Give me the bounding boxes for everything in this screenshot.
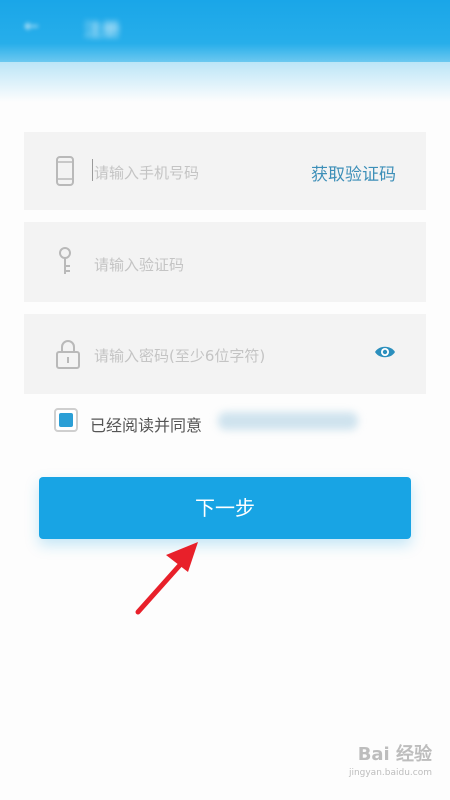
password-field[interactable]: 请输入密码(至少6位字符): [24, 314, 426, 394]
back-arrow-icon[interactable]: ←: [24, 18, 46, 36]
next-step-button[interactable]: 下一步: [39, 477, 411, 539]
watermark-brand: Bai 经验: [357, 744, 432, 765]
phone-icon: [56, 156, 74, 186]
phone-field[interactable]: 请输入手机号码 获取验证码: [24, 132, 426, 210]
app-header: ← 注册: [0, 0, 450, 62]
code-field[interactable]: 请输入验证码: [24, 222, 426, 302]
page-title: 注册: [84, 20, 120, 41]
eye-icon[interactable]: [374, 344, 396, 360]
agreement-row: 已经阅读并同意: [54, 406, 374, 438]
text-caret: [92, 159, 93, 181]
watermark-url: jingyan.baidu.com: [348, 768, 432, 778]
key-icon: [59, 247, 71, 274]
code-input[interactable]: 请输入验证码: [94, 254, 184, 275]
red-arrow-icon: [135, 542, 198, 615]
lock-icon: [56, 340, 80, 369]
header-shadow: [0, 62, 450, 102]
agreement-link[interactable]: [218, 412, 358, 430]
get-code-button[interactable]: 获取验证码: [311, 160, 396, 185]
agreement-checkbox[interactable]: [54, 408, 78, 432]
phone-input[interactable]: 请输入手机号码: [94, 162, 199, 183]
baidu-jingyan-watermark: Bai 经验 jingyan.baidu.com: [349, 740, 432, 778]
password-input[interactable]: 请输入密码(至少6位字符): [94, 345, 265, 366]
agreement-label: 已经阅读并同意: [90, 416, 203, 435]
checkbox-check-icon: [59, 413, 73, 427]
